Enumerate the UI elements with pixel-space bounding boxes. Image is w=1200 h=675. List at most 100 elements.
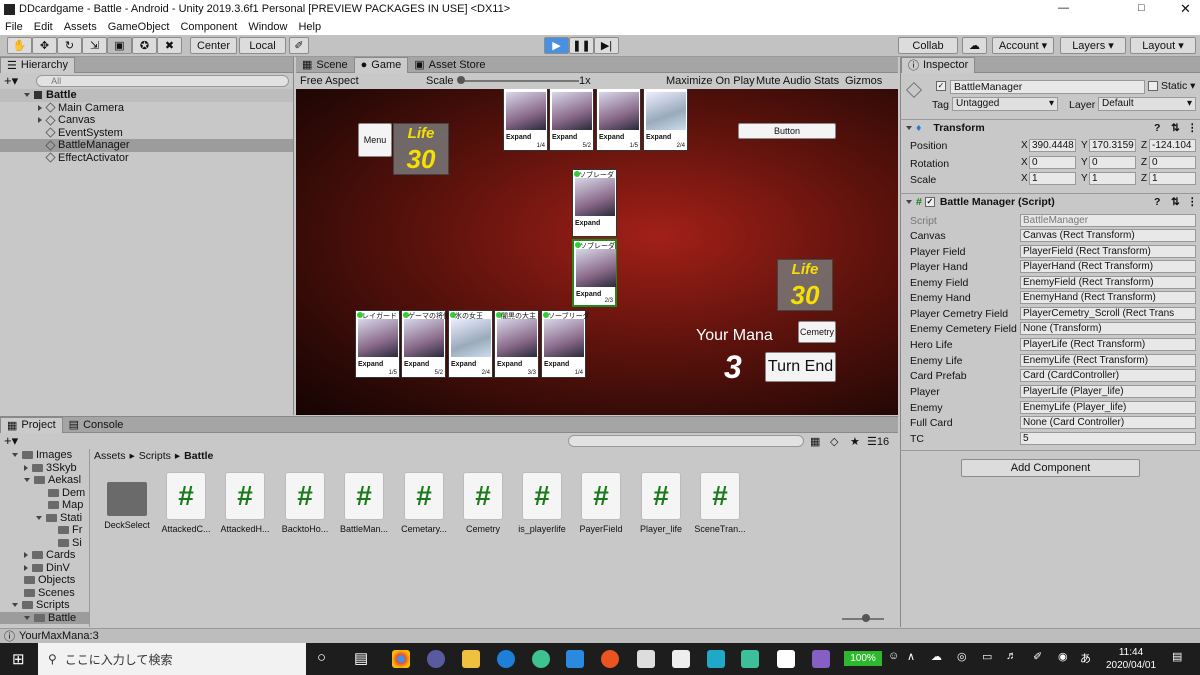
menu-button[interactable]: Menu (358, 123, 392, 157)
favorite-icon[interactable]: ★ (850, 435, 860, 448)
filter-type-icon[interactable]: ▦ (810, 435, 820, 448)
rotation-x-field[interactable]: 0 (1029, 156, 1076, 169)
unity-taskbar-icon[interactable] (777, 650, 795, 668)
taskbar-search-box[interactable]: ⚲ ここに入力して検索 (38, 643, 306, 675)
windows-start-icon[interactable]: ⊞ (12, 650, 25, 668)
edge-icon[interactable] (497, 650, 515, 668)
tree-folder[interactable]: Aekasl (0, 474, 89, 487)
object-field[interactable]: EnemyField (Rect Transform) (1020, 276, 1196, 289)
asset-script[interactable]: # AttackedH... (216, 472, 274, 534)
taskbar-clock[interactable]: 11:44 2020/04/01 (1102, 646, 1160, 672)
object-field[interactable]: Card (CardController) (1020, 369, 1196, 382)
collab-button[interactable]: Collab (898, 37, 958, 54)
enemy-card[interactable]: Expand 1/5 (596, 89, 641, 151)
create-plus-icon[interactable]: +▾ (4, 433, 18, 449)
app-icon[interactable] (532, 650, 550, 668)
menu-file[interactable]: File (5, 21, 23, 33)
asset-folder[interactable]: DeckSelect (98, 472, 156, 530)
wifi-icon[interactable]: ◎ (957, 650, 967, 663)
app-icon[interactable] (707, 650, 725, 668)
rotation-z-field[interactable]: 0 (1149, 156, 1196, 169)
object-field[interactable]: None (Card Controller) (1020, 416, 1196, 429)
turn-end-button[interactable]: Turn End (765, 352, 836, 382)
rotation-y-field[interactable]: 0 (1089, 156, 1136, 169)
hand-card[interactable]: 闇黒の大主 Expand 3/3 (494, 310, 539, 378)
hand-card[interactable]: 氷の女王 Expand 2/4 (448, 310, 493, 378)
asset-script[interactable]: # PayerField (572, 472, 630, 534)
vscode-icon[interactable] (566, 650, 584, 668)
object-name-input[interactable]: BattleManager (950, 80, 1145, 94)
pen-icon[interactable]: ✐ (1033, 650, 1042, 663)
asset-script[interactable]: # Cemetry (454, 472, 512, 534)
status-message[interactable]: YourMaxMana:3 (19, 630, 99, 642)
pause-icon[interactable]: ❚❚ (569, 37, 594, 54)
field-card[interactable]: ソブレーダ Expand (572, 169, 617, 237)
tree-folder[interactable]: Fr (0, 524, 89, 537)
hierarchy-item[interactable]: Main Camera (0, 102, 293, 115)
settings-icon[interactable]: ⇅ (1171, 196, 1180, 208)
static-checkbox[interactable] (1148, 81, 1158, 91)
transform-header[interactable]: ♦ Transform ? ⇅ ⋮ (900, 119, 1200, 135)
play-icon[interactable]: ▶ (544, 37, 569, 54)
hand-card[interactable]: レイガード Expand 1/5 (355, 310, 400, 378)
object-field[interactable]: PlayerHand (Rect Transform) (1020, 260, 1196, 273)
scale-tool-icon[interactable]: ⇲ (82, 37, 107, 54)
tree-folder[interactable]: Scenes (0, 587, 89, 600)
store-icon[interactable] (672, 650, 690, 668)
gizmos-toggle[interactable]: Gizmos (845, 75, 882, 87)
battery-badge[interactable]: 100% (844, 651, 882, 666)
record-icon[interactable]: ◉ (1058, 650, 1068, 663)
filter-label-icon[interactable]: ◇ (830, 435, 838, 448)
notification-icon[interactable]: ▤ (1172, 650, 1182, 663)
object-field[interactable]: EnemyLife (Rect Transform) (1020, 354, 1196, 367)
position-z-field[interactable]: -124.104 (1149, 139, 1196, 152)
custom-tool-icon[interactable]: ✖ (157, 37, 182, 54)
object-field[interactable]: PlayerLife (Rect Transform) (1020, 338, 1196, 351)
create-plus-icon[interactable]: +▾ (4, 73, 18, 89)
more-icon[interactable]: ⋮ (1187, 122, 1198, 134)
scale-slider[interactable] (459, 80, 579, 82)
settings-icon[interactable]: ⇅ (1171, 122, 1180, 134)
ubuntu-icon[interactable] (601, 650, 619, 668)
active-checkbox[interactable]: ✓ (936, 81, 946, 91)
generic-button[interactable]: Button (738, 123, 836, 139)
layer-dropdown[interactable]: Default ▾ (1098, 97, 1196, 111)
asset-script[interactable]: # AttackedC... (157, 472, 215, 534)
scale-slider-thumb[interactable] (457, 76, 465, 84)
object-field[interactable]: EnemyLife (Player_life) (1020, 401, 1196, 414)
visual-studio-icon[interactable] (812, 650, 830, 668)
menu-help[interactable]: Help (298, 21, 321, 33)
breadcrumb-item[interactable]: Battle (184, 450, 213, 462)
hand-card[interactable]: ゲーマの将傑 Expand 5/2 (401, 310, 450, 378)
scale-y-field[interactable]: 1 (1089, 172, 1136, 185)
snap-icon[interactable]: ✐ (289, 37, 309, 54)
help-icon[interactable]: ? (1154, 196, 1160, 208)
position-y-field[interactable]: 170.3159 (1089, 139, 1136, 152)
more-icon[interactable]: ⋮ (1187, 196, 1198, 208)
app-icon[interactable] (741, 650, 759, 668)
maximize-on-play-toggle[interactable]: Maximize On Play (666, 75, 755, 87)
tree-folder[interactable]: Objects (0, 574, 89, 587)
ime-icon[interactable]: あ (1080, 650, 1091, 666)
hand-tool-icon[interactable]: ✋ (7, 37, 32, 54)
hierarchy-item[interactable]: Canvas (0, 114, 293, 127)
tab-project[interactable]: ▦ Project (0, 416, 63, 433)
battery-icon[interactable]: ▭ (982, 650, 992, 663)
mute-audio-toggle[interactable]: Mute Audio (756, 75, 811, 87)
object-field[interactable]: PlayerCemetry_Scroll (Rect Trans (1020, 307, 1196, 320)
step-icon[interactable]: ▶| (594, 37, 619, 54)
minimize-icon[interactable]: — (1058, 2, 1069, 14)
object-field[interactable]: PlayerLife (Player_life) (1020, 385, 1196, 398)
file-explorer-icon[interactable] (462, 650, 480, 668)
battle-manager-header[interactable]: # ✓ Battle Manager (Script) ? ⇅ ⋮ (900, 193, 1200, 209)
cloud-icon[interactable]: ☁ (931, 650, 942, 663)
asset-script[interactable]: # Cemetary... (395, 472, 453, 534)
hierarchy-tab[interactable]: ☰ Hierarchy (0, 56, 75, 73)
add-component-button[interactable]: Add Component (961, 459, 1140, 477)
enemy-card[interactable]: Expand 2/4 (643, 89, 688, 151)
scene-root[interactable]: Battle (0, 89, 293, 102)
maximize-icon[interactable]: □ (1138, 2, 1145, 14)
hierarchy-item-selected[interactable]: BattleManager (0, 139, 293, 152)
layers-dropdown[interactable]: Layers ▾ (1060, 37, 1126, 54)
tree-folder[interactable]: Map (0, 499, 89, 512)
